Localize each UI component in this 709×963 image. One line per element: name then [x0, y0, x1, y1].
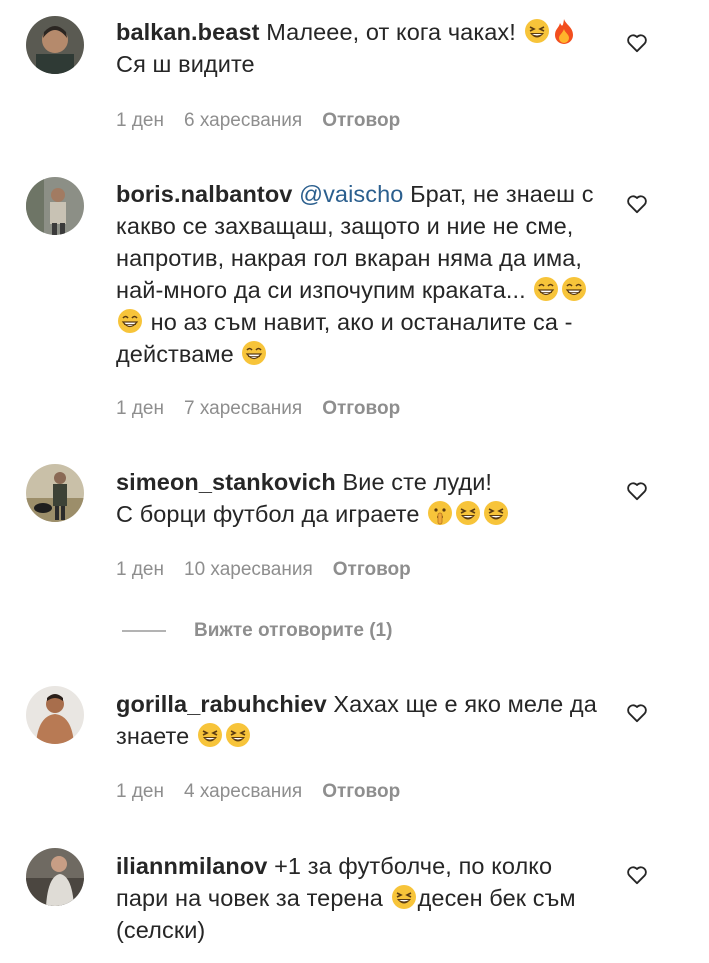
avatar[interactable] [26, 16, 84, 74]
comment-meta: 1 ден 10 харесвания Отговор [116, 559, 411, 581]
comment-text-line: пари на човек за терена [116, 885, 383, 911]
comment-time: 1 ден [116, 398, 164, 419]
shushing-face-icon [428, 501, 453, 525]
like-count[interactable]: 4 харесвания [184, 781, 302, 803]
avatar[interactable] [26, 848, 84, 906]
comment-text: gorilla_rabuhchiev Хахах ще е яко меле д… [116, 688, 606, 752]
grinning-squinting-face-icon [484, 501, 509, 525]
like-count[interactable]: 7 харесвания [184, 398, 302, 420]
grinning-squinting-face-icon [197, 723, 222, 747]
comment-username[interactable]: boris.nalbantov [116, 181, 292, 207]
comment-meta: 1 ден 6 харесвания Отговор [116, 110, 400, 132]
reply-button[interactable]: Отговор [322, 781, 400, 803]
beaming-face-icon [562, 277, 587, 301]
comment-time: 1 ден [116, 110, 164, 131]
view-replies-label[interactable]: Вижте отговорите (1) [194, 620, 392, 642]
comment-text-line: знаете [116, 723, 190, 749]
comment-text: balkan.beast Малеее, от кога чаках! Ся ш… [116, 16, 606, 80]
comment-time: 1 ден [116, 559, 164, 580]
heart-outline-icon[interactable] [626, 703, 648, 723]
comment-username[interactable]: balkan.beast [116, 19, 260, 45]
beaming-face-icon [118, 309, 142, 333]
comment-text-line: Хахах ще е яко меле да [333, 691, 597, 717]
grinning-squinting-face-icon [524, 19, 549, 43]
reply-button[interactable]: Отговор [322, 398, 400, 420]
beaming-face-icon [242, 341, 267, 365]
comment-text: simeon_stankovich Вие сте луди! С борци … [116, 466, 606, 530]
comment-username[interactable]: simeon_stankovich [116, 469, 336, 495]
heart-outline-icon[interactable] [626, 33, 648, 53]
avatar[interactable] [26, 177, 84, 235]
comment-text-line: десен бек съм [417, 885, 576, 911]
mention-link[interactable]: @vaischo [299, 181, 403, 207]
avatar[interactable] [26, 464, 84, 522]
like-count[interactable]: 6 харесвания [184, 110, 302, 132]
heart-outline-icon[interactable] [626, 481, 648, 501]
like-count[interactable]: 10 харесвания [184, 559, 313, 581]
comment-text: iliannmilanov +1 за футболче, по колко п… [116, 850, 606, 946]
comment-username[interactable]: gorilla_rabuhchiev [116, 691, 327, 717]
divider-line [122, 630, 166, 632]
grinning-squinting-face-icon [456, 501, 481, 525]
grinning-squinting-face-icon [225, 723, 250, 747]
comment-text-line: Малеее, от кога чаках! [266, 19, 516, 45]
reply-button[interactable]: Отговор [322, 110, 400, 132]
reply-button[interactable]: Отговор [333, 559, 411, 581]
comment-text-line: С борци футбол да играете [116, 501, 420, 527]
comment-text-line: +1 за футболче, по колко [274, 853, 553, 879]
comment-time: 1 ден [116, 781, 164, 802]
comment-text-line: Вие сте луди! [342, 469, 493, 495]
comment-text-body: но аз съм навит, ако и останалите са - д… [116, 309, 573, 367]
comment-meta: 1 ден 4 харесвания Отговор [116, 781, 400, 803]
heart-outline-icon[interactable] [626, 865, 648, 885]
avatar[interactable] [26, 686, 84, 744]
grinning-squinting-face-icon [391, 885, 416, 909]
beaming-face-icon [534, 277, 559, 301]
heart-outline-icon[interactable] [626, 194, 648, 214]
comment-text-line: Ся ш видите [116, 51, 255, 77]
comment-text: boris.nalbantov @vaischo Брат, не знаеш … [116, 178, 606, 370]
comment-username[interactable]: iliannmilanov [116, 853, 267, 879]
view-replies-button[interactable]: Вижте отговорите (1) [122, 620, 392, 642]
fire-icon [554, 19, 573, 44]
comment-meta: 1 ден 7 харесвания Отговор [116, 398, 400, 420]
comment-text-line: (селски) [116, 917, 206, 943]
